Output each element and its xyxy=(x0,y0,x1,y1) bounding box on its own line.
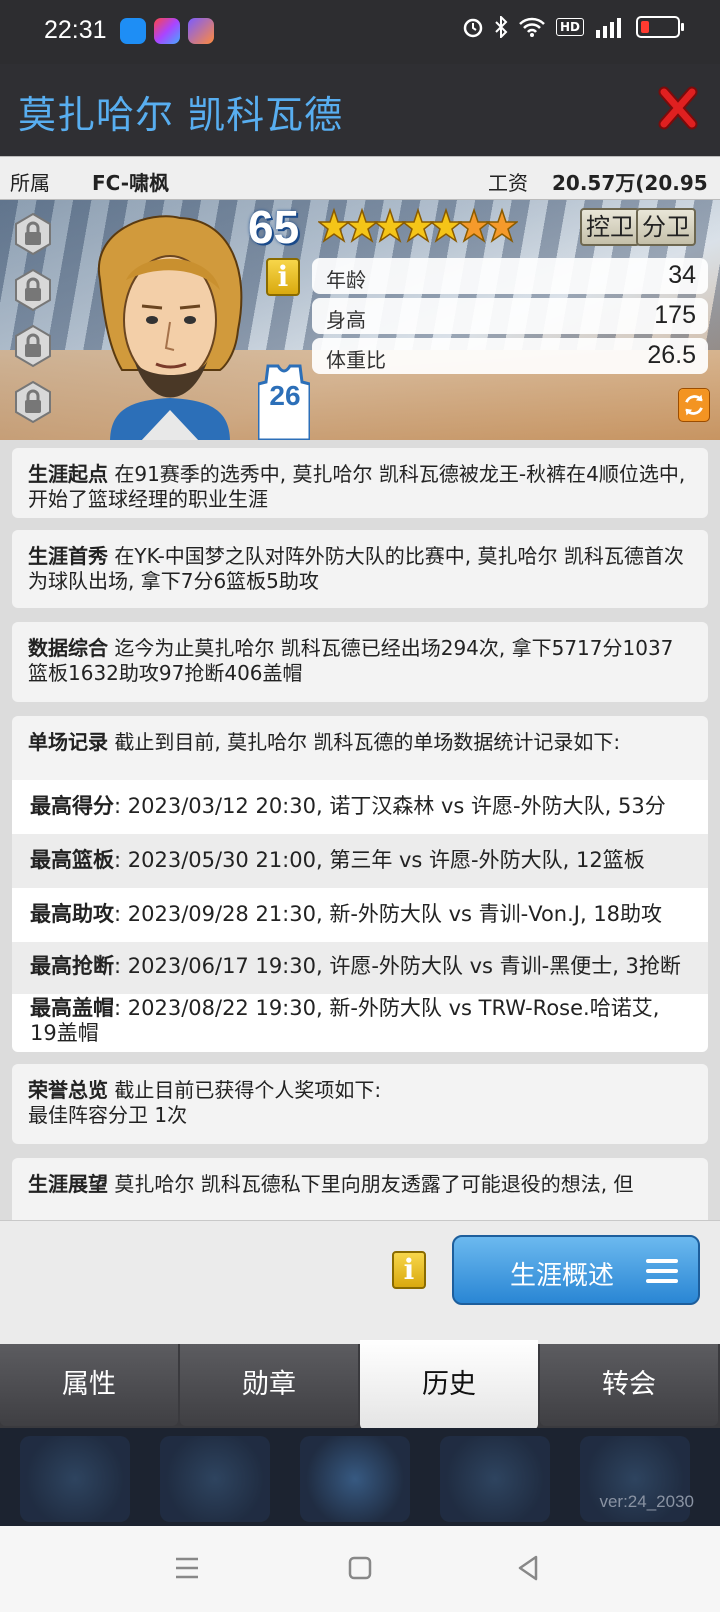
team-label: 所属 xyxy=(10,171,50,195)
record-row: 最高得分: 2023/03/12 20:30, 诺丁汉森林 vs 许愿-外防大队… xyxy=(12,780,708,834)
system-nav-bar xyxy=(0,1526,720,1612)
menu-icon xyxy=(646,1259,678,1283)
battery-icon xyxy=(636,16,684,38)
hd-badge: HD xyxy=(555,18,584,36)
player-avatar xyxy=(97,215,243,440)
tab-medals[interactable]: 勋章 xyxy=(180,1344,358,1426)
nav-item xyxy=(440,1436,550,1522)
nav-item xyxy=(160,1436,270,1522)
tab-transfer[interactable]: 转会 xyxy=(540,1344,718,1426)
salary-label: 工资 xyxy=(488,171,528,195)
single-game-header: 单场记录 截止到目前, 莫扎哈尔 凯科瓦德的单场数据统计记录如下: xyxy=(12,716,708,780)
player-name-title: 莫扎哈尔 凯科瓦德 xyxy=(18,93,344,137)
career-overview-button[interactable]: 生涯概述 xyxy=(452,1235,700,1305)
career-start-card: 生涯起点 在91赛季的选秀中, 莫扎哈尔 凯科瓦德被龙王-秋裤在4顺位选中, 开… xyxy=(12,448,708,518)
close-icon[interactable] xyxy=(658,86,698,130)
career-debut-card: 生涯首秀 在YK-中国梦之队对阵外防大队的比赛中, 莫扎哈尔 凯科瓦德首次为球队… xyxy=(12,530,708,608)
status-bar: 22:31 HD xyxy=(0,0,720,64)
star-rating xyxy=(318,206,518,250)
action-bar: i 生涯概述 xyxy=(0,1220,720,1344)
status-time: 22:31 xyxy=(44,16,107,44)
record-row: 最高篮板: 2023/05/30 21:00, 第三年 vs 许愿-外防大队, … xyxy=(12,834,708,888)
version-label: ver:24_2030 xyxy=(599,1492,694,1511)
back-icon[interactable] xyxy=(516,1554,540,1582)
tab-history[interactable]: 历史 xyxy=(360,1340,538,1430)
history-content[interactable]: 生涯起点 在91赛季的选秀中, 莫扎哈尔 凯科瓦德被龙王-秋裤在4顺位选中, 开… xyxy=(0,440,720,1220)
bluetooth-icon xyxy=(495,16,508,38)
data-summary-card: 数据综合 迄今为止莫扎哈尔 凯科瓦德已经出场294次, 拿下5717分1037篮… xyxy=(12,622,708,702)
title-bar: 莫扎哈尔 凯科瓦德 xyxy=(0,64,720,156)
wifi-icon xyxy=(519,17,545,37)
half-star-icon xyxy=(486,207,518,243)
player-banner: 26 65 控卫 分卫 i 年龄 34 身高 175 体重比 26.5 xyxy=(0,200,720,440)
tab-bar: 属性 勋章 历史 转会 xyxy=(0,1340,720,1430)
career-outlook-card: 生涯展望 莫扎哈尔 凯科瓦德私下里向朋友透露了可能退役的想法, 但 xyxy=(12,1158,708,1220)
stat-row-age: 年龄 34 xyxy=(312,258,708,294)
app-notification-icon xyxy=(188,18,214,44)
tab-attributes[interactable]: 属性 xyxy=(0,1344,178,1426)
stat-row-weight-ratio: 体重比 26.5 xyxy=(312,338,708,374)
position-badge-sg[interactable]: 分卫 xyxy=(636,208,696,246)
home-icon[interactable] xyxy=(348,1556,372,1580)
record-row: 最高抢断: 2023/06/17 19:30, 许愿-外防大队 vs 青训-黑便… xyxy=(12,942,708,994)
record-row: 最高助攻: 2023/09/28 21:30, 新-外防大队 vs 青训-Von… xyxy=(12,888,708,942)
signal-icon xyxy=(596,18,621,38)
app-notification-icon xyxy=(154,18,180,44)
team-value: FC-啸枫 xyxy=(92,171,170,195)
player-rating: 65 xyxy=(248,201,300,253)
info-icon[interactable]: i xyxy=(392,1251,426,1289)
info-icon[interactable]: i xyxy=(266,258,300,296)
menu-icon[interactable] xyxy=(174,1556,200,1580)
lock-icon[interactable] xyxy=(14,212,52,256)
jersey-number: 26 xyxy=(269,380,301,411)
nav-item xyxy=(20,1436,130,1522)
record-row: 最高盖帽: 2023/08/22 19:30, 新-外防大队 vs TRW-Ro… xyxy=(12,994,708,1052)
game-bottom-nav: ver:24_2030 xyxy=(0,1428,720,1526)
app-notification-icon xyxy=(120,18,146,44)
lock-icon[interactable] xyxy=(14,380,52,424)
player-info-strip: 所属 FC-啸枫 工资 20.57万(20.95万) xyxy=(0,156,720,224)
lock-icon[interactable] xyxy=(14,268,52,312)
nav-item xyxy=(300,1436,410,1522)
lock-icon[interactable] xyxy=(14,324,52,368)
honors-card: 荣誉总览 截止目前已获得个人奖项如下: 最佳阵容分卫 1次 xyxy=(12,1064,708,1144)
stat-row-height: 身高 175 xyxy=(312,298,708,334)
refresh-icon[interactable] xyxy=(678,388,710,422)
position-badge-pg[interactable]: 控卫 xyxy=(580,208,640,246)
alarm-icon xyxy=(463,18,483,38)
